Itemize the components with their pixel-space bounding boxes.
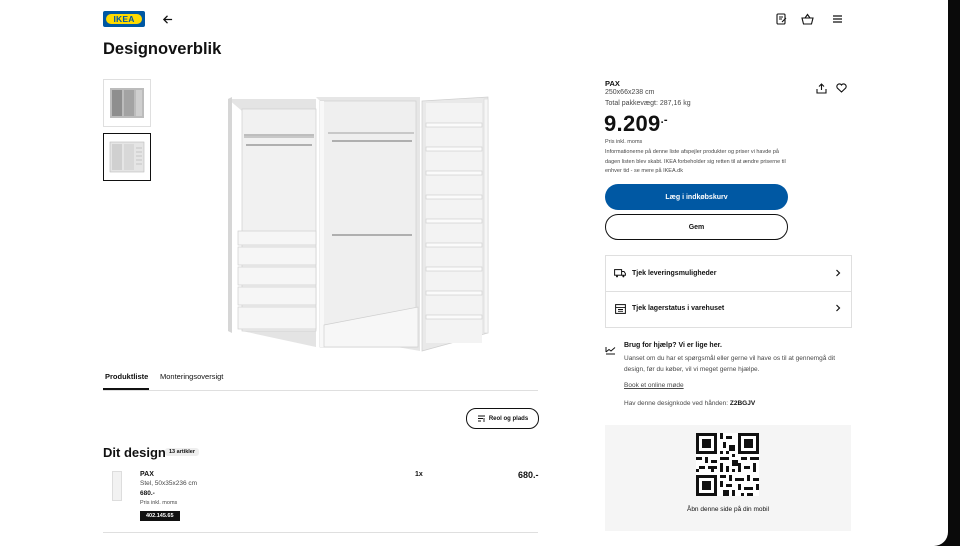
qr-code-panel: Åbn denne side på din mobil (605, 425, 851, 531)
window-scrollbar-edge (948, 0, 960, 546)
design-code-prefix: Hav denne designkode ved hånden: (624, 400, 729, 407)
thumbnail-front-view[interactable] (103, 79, 151, 127)
article-number-badge: 402.145.65 (140, 511, 180, 521)
logo-text: IKEA (106, 14, 142, 24)
store-stock-row[interactable]: Tjek lagerstatus i varehuset (606, 291, 851, 326)
divider (103, 532, 538, 533)
help-text: Uanset om du har et spørgsmål eller gern… (624, 355, 835, 373)
tab-assembly-overview[interactable]: Monteringsoversigt (160, 372, 223, 381)
article-count-badge: 13 artikler (165, 448, 199, 456)
price-note: Pris inkl. moms (605, 139, 643, 145)
menu-icon[interactable] (827, 9, 847, 29)
product-image-wardrobe (228, 95, 490, 353)
sort-icon (477, 415, 485, 422)
store-icon (614, 303, 626, 314)
price-value: 9.209 (604, 111, 661, 136)
item-name[interactable]: PAX (140, 471, 154, 478)
tab-bar: Produktliste Monteringsoversigt (103, 368, 538, 391)
basket-icon[interactable] (797, 9, 817, 29)
help-title: Brug for hjælp? Vi er lige her. (624, 342, 722, 349)
item-price: 680.- (140, 490, 155, 497)
item-thumbnail[interactable] (112, 471, 122, 501)
active-tab-indicator (103, 388, 149, 390)
book-online-meeting-link[interactable]: Book et online møde (624, 382, 684, 389)
help-chat-icon (605, 342, 616, 360)
product-name: PAX (605, 79, 620, 88)
product-dimensions: 250x66x238 cm (605, 89, 655, 96)
qr-code-image (696, 433, 759, 496)
item-quantity: 1x (415, 471, 423, 478)
delivery-options-row[interactable]: Tjek leveringsmuligheder (606, 256, 851, 292)
save-button[interactable]: Gem (605, 214, 788, 240)
delivery-options-label: Tjek leveringsmuligheder (632, 270, 717, 277)
page: IKEA Designoverblik Produktliste Monteri… (0, 0, 948, 546)
design-code-text: Hav denne designkode ved hånden: Z2BGJV (624, 400, 755, 407)
design-title: Dit design (103, 445, 166, 460)
chevron-right-icon (835, 304, 841, 314)
product-price: 9.209.- (604, 111, 668, 137)
price-suffix: .- (660, 114, 668, 126)
tab-product-list[interactable]: Produktliste (105, 372, 148, 381)
chevron-right-icon (835, 269, 841, 279)
item-price-note: Pris inkl. moms (140, 500, 178, 506)
item-description: Stel, 50x35x236 cm (140, 480, 198, 487)
add-to-cart-button[interactable]: Læg i indkøbskurv (605, 184, 788, 210)
thumbnail-interior-view[interactable] (103, 133, 151, 181)
back-arrow-icon[interactable] (157, 9, 177, 29)
design-code: Z2BGJV (729, 400, 756, 407)
share-icon[interactable] (811, 78, 831, 98)
product-weight: Total pakkevægt: 287,16 kg (605, 100, 691, 107)
truck-icon (614, 269, 626, 278)
price-disclaimer: Informationerne på denne liste afspejler… (605, 149, 786, 174)
page-title: Designoverblik (103, 40, 222, 58)
shopping-list-icon[interactable] (771, 9, 791, 29)
options-box: Tjek leveringsmuligheder Tjek lagerstatu… (605, 255, 852, 328)
room-filter-button[interactable]: Reol og plads (466, 408, 539, 429)
store-stock-label: Tjek lagerstatus i varehuset (632, 305, 725, 312)
item-total: 680.- (518, 470, 539, 480)
qr-caption: Åbn denne side på din mobil (686, 506, 770, 513)
room-filter-label: Reol og plads (488, 415, 529, 422)
ikea-logo[interactable]: IKEA (103, 11, 145, 27)
heart-icon[interactable] (831, 78, 851, 98)
